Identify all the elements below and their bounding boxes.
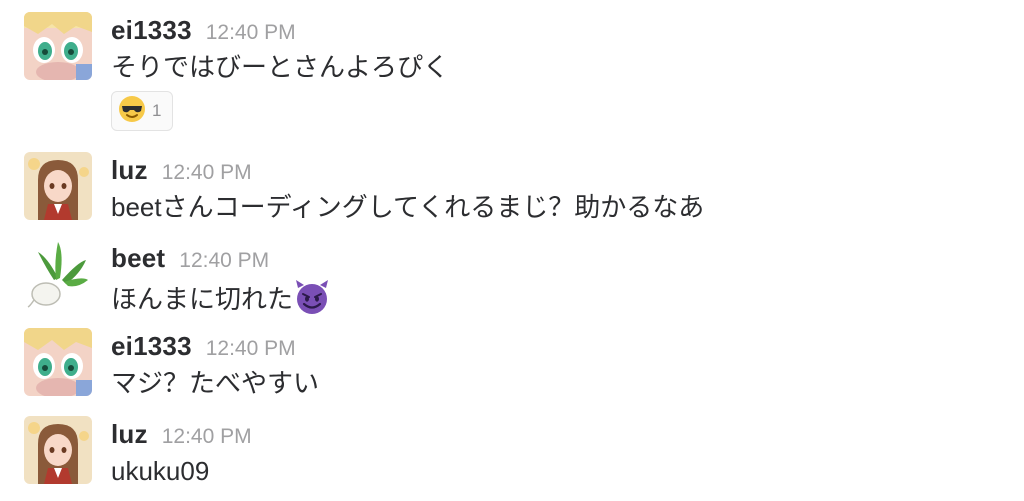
username[interactable]: ei1333: [111, 15, 192, 45]
message-text: そりではびーとさんよろぴく: [111, 52, 450, 82]
message-text-row: ほんまに切れた: [111, 278, 331, 316]
sunglasses-face-icon: [118, 95, 146, 128]
avatar-luz[interactable]: [24, 152, 92, 220]
timestamp[interactable]: 12:40 PM: [162, 161, 252, 184]
timestamp[interactable]: 12:40 PM: [179, 249, 269, 272]
message-header: luz 12:40 PM: [111, 155, 252, 189]
username[interactable]: luz: [111, 155, 148, 185]
message-header: ei1333 12:40 PM: [111, 331, 296, 365]
timestamp[interactable]: 12:40 PM: [206, 21, 296, 44]
smiling-imp-icon: [293, 278, 331, 316]
reaction-button[interactable]: 1: [111, 91, 173, 131]
message-text: ukuku09: [111, 456, 210, 486]
avatar-ei1333[interactable]: [24, 328, 92, 396]
message-header: luz 12:40 PM: [111, 419, 252, 453]
message-text: beetさんコーディングしてくれるまじ？助かるなあ: [111, 192, 705, 222]
username[interactable]: beet: [111, 243, 165, 273]
message-header: ei1333 12:40 PM: [111, 15, 296, 49]
username[interactable]: luz: [111, 419, 148, 449]
avatar-beet[interactable]: [24, 240, 92, 308]
timestamp[interactable]: 12:40 PM: [206, 337, 296, 360]
avatar-luz[interactable]: [24, 416, 92, 484]
chat-message-list: ei1333 12:40 PM そりではびーとさんよろぴく 1 luz 12:4…: [0, 0, 1024, 501]
username[interactable]: ei1333: [111, 331, 192, 361]
message-text: ほんまに切れた: [111, 284, 294, 314]
message-text: マジ？たべやすい: [111, 368, 320, 398]
message-header: beet 12:40 PM: [111, 243, 269, 277]
avatar-ei1333[interactable]: [24, 12, 92, 80]
timestamp[interactable]: 12:40 PM: [162, 425, 252, 448]
reaction-count: 1: [152, 101, 162, 120]
